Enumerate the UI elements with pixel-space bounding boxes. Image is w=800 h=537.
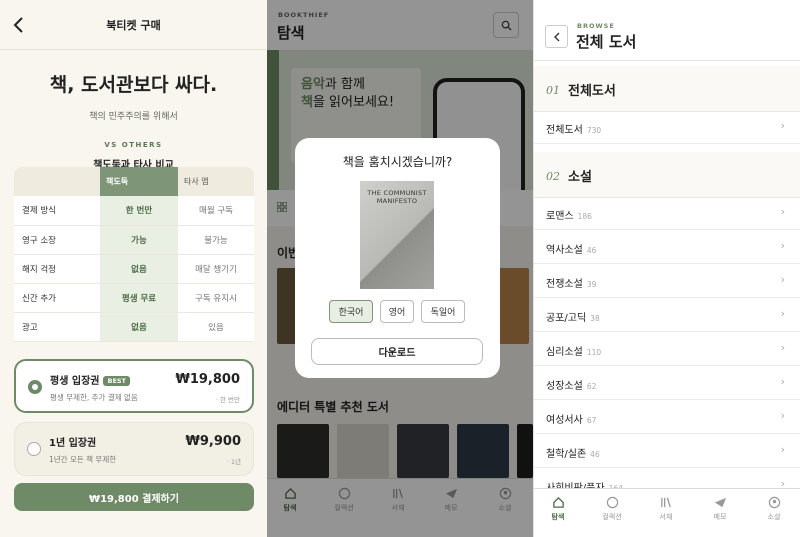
ours-value: 없음 [100, 254, 178, 284]
hero-subtitle: 책의 민주주의를 위해서 [89, 112, 178, 122]
chevron-right-icon: › [780, 443, 785, 456]
vs-label: VS OTHERS [104, 141, 163, 149]
browse-header: BROWSE 전체 도서 [534, 0, 800, 61]
chevron-right-icon: › [780, 307, 785, 320]
chevron-left-icon [553, 32, 559, 41]
section-name: 소설 [568, 170, 592, 185]
page-title: 전체 도서 [576, 33, 637, 51]
others-value: 매월 구독 [178, 196, 254, 226]
list-item[interactable]: 심리소설 110 › [534, 332, 800, 366]
pay-button[interactable]: ₩19,800 결제하기 [14, 483, 254, 511]
section-number: 02 [546, 170, 560, 183]
user-icon [768, 496, 780, 509]
list-item[interactable]: 성장소설 62 › [534, 366, 800, 400]
others-value: 있음 [178, 312, 254, 342]
plan-name: 평생 입장권 [50, 376, 100, 387]
row-label: 광고 [14, 312, 100, 342]
row-label: 영구 소장 [14, 225, 100, 255]
hero-title: 책, 도서관보다 싸다. [49, 74, 218, 96]
table-row: 영구 소장 가능 불가능 [14, 225, 254, 255]
tab-social[interactable]: 소셜 [754, 496, 794, 522]
chevron-right-icon: › [780, 205, 785, 218]
book-cover: THE COMMUNIST MANIFESTO [360, 181, 434, 289]
plan-note: · 1년 [226, 458, 241, 466]
modal-title: 책을 훔치시겠습니까? [342, 155, 453, 169]
row-label: 해지 걱정 [14, 254, 100, 284]
radio-selected[interactable] [28, 380, 42, 394]
purchase-screen: 북티켓 구매 책, 도서관보다 싸다. 책의 민주주의를 위해서 VS OTHE… [0, 0, 267, 537]
tab-memo[interactable]: 메모 [700, 496, 740, 522]
chevron-right-icon: › [780, 375, 785, 388]
list-item[interactable]: 로맨스 186 › [534, 196, 800, 230]
plan-yearly[interactable]: 1년 입장권 1년간 모든 책 무제한 ₩9,900 · 1년 [14, 422, 254, 476]
table-row: 해지 걱정 없음 매달 챙기기 [14, 254, 254, 284]
list-item[interactable]: 전쟁소설 39 › [534, 264, 800, 298]
chevron-right-icon: › [780, 273, 785, 286]
col-header-others: 타사 앱 [178, 167, 254, 196]
row-label: 신간 추가 [14, 283, 100, 313]
others-value: 구독 유지시 [178, 283, 254, 313]
plan-price: ₩9,900 [185, 434, 241, 449]
lang-english-button[interactable]: 영어 [380, 300, 414, 323]
chevron-right-icon: › [780, 409, 785, 422]
table-row: 광고 없음 있음 [14, 312, 254, 342]
list-item[interactable]: 전체도서 730 › [534, 110, 800, 144]
table-row: 결제 방식 한 번만 매월 구독 [14, 196, 254, 226]
section-header: 02 소설 [534, 152, 800, 198]
others-value: 불가능 [178, 225, 254, 255]
tab-explore[interactable]: 탐색 [538, 496, 578, 522]
back-icon[interactable] [12, 16, 26, 34]
browse-screen: BROWSE 전체 도서 01 전체도서 전체도서 730 › 02 소설 로맨스… [533, 0, 800, 537]
purchase-header: 북티켓 구매 [0, 0, 267, 50]
section-name: 전체도서 [568, 84, 616, 99]
send-icon [714, 497, 726, 508]
section-header: 01 전체도서 [534, 66, 800, 112]
ours-value: 없음 [100, 312, 178, 342]
back-button[interactable] [545, 25, 568, 48]
explore-screen: BOOKTHIEF 탐색 음악과 함께 책을 읽어보세요! 이번 에디터 특별 … [267, 0, 533, 537]
list-item[interactable]: 역사소설 46 › [534, 230, 800, 264]
lang-korean-button[interactable]: 한국어 [329, 300, 373, 323]
list-item[interactable]: 공포/고딕 38 › [534, 298, 800, 332]
download-button[interactable]: 다운로드 [311, 338, 483, 365]
row-label: 결제 방식 [14, 196, 100, 226]
steal-book-modal: 책을 훔치시겠습니까? THE COMMUNIST MANIFESTO 한국어 … [295, 138, 500, 378]
cover-title: THE COMMUNIST MANIFESTO [367, 189, 427, 205]
ours-value: 가능 [100, 225, 178, 255]
comparison-table: 책도둑 타사 앱 결제 방식 한 번만 매월 구독 영구 소장 가능 불가능 해… [14, 167, 254, 342]
header-title: 북티켓 구매 [106, 18, 161, 32]
tab-collection[interactable]: 컬렉션 [592, 496, 632, 522]
list-item[interactable]: 여성서사 67 › [534, 400, 800, 434]
plan-desc: 1년간 모든 책 무제한 [49, 455, 117, 464]
plan-note: · 한 번만 [215, 396, 240, 404]
plan-lifetime[interactable]: 평생 입장권 BEST 평생 무제한, 추가 결제 없음 ₩19,800 · 한 … [14, 359, 254, 413]
ours-value: 한 번만 [100, 196, 178, 226]
chevron-right-icon: › [780, 119, 785, 132]
others-value: 매달 챙기기 [178, 254, 254, 284]
plan-desc: 평생 무제한, 추가 결제 없음 [50, 393, 138, 402]
globe-icon [606, 496, 618, 509]
radio-unselected[interactable] [27, 442, 41, 456]
home-icon [552, 496, 564, 508]
plan-price: ₩19,800 [175, 372, 240, 387]
plan-name: 1년 입장권 [49, 438, 97, 449]
table-row: 신간 추가 평생 무료 구독 유지시 [14, 283, 254, 313]
books-icon [660, 497, 671, 508]
chevron-right-icon: › [780, 239, 785, 252]
eyebrow: BROWSE [577, 22, 615, 30]
table-corner [14, 167, 100, 196]
ours-value: 평생 무료 [100, 283, 178, 313]
tab-library[interactable]: 서재 [646, 496, 686, 522]
best-badge: BEST [103, 376, 130, 386]
col-header-ours: 책도둑 [100, 167, 178, 196]
chevron-right-icon: › [780, 341, 785, 354]
list-item[interactable]: 철학/실존 46 › [534, 434, 800, 468]
section-number: 01 [546, 84, 560, 97]
tab-bar: 탐색 컬렉션 서재 메모 소셜 [534, 488, 800, 537]
lang-german-button[interactable]: 독일어 [421, 300, 465, 323]
